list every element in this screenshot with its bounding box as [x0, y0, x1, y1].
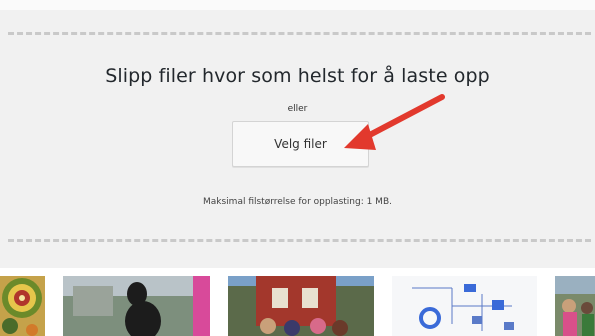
top-strip: [0, 0, 595, 10]
media-thumbnail[interactable]: [555, 276, 595, 336]
dropzone-title: Slipp filer hvor som helst for å laste o…: [105, 65, 490, 87]
media-thumbnail[interactable]: [392, 276, 537, 336]
max-upload-size-text: Maksimal filstørrelse for opplasting: 1 …: [203, 197, 392, 207]
dropzone-bottom-border: [8, 239, 591, 242]
or-text: eller: [287, 104, 308, 114]
media-upload-page: Slipp filer hvor som helst for å laste o…: [0, 0, 595, 336]
image-icon: [555, 276, 595, 336]
media-library-grid: [0, 268, 595, 336]
dropzone-top-border: [8, 32, 591, 35]
image-icon: [0, 276, 45, 336]
image-icon: [63, 276, 210, 336]
select-files-button[interactable]: Velg filer: [232, 121, 369, 167]
media-thumbnail[interactable]: [228, 276, 374, 336]
image-icon: [392, 276, 537, 336]
media-thumbnail[interactable]: [0, 276, 45, 336]
image-icon: [228, 276, 374, 336]
upload-dropzone[interactable]: Slipp filer hvor som helst for å laste o…: [0, 10, 595, 268]
media-thumbnail[interactable]: [63, 276, 210, 336]
